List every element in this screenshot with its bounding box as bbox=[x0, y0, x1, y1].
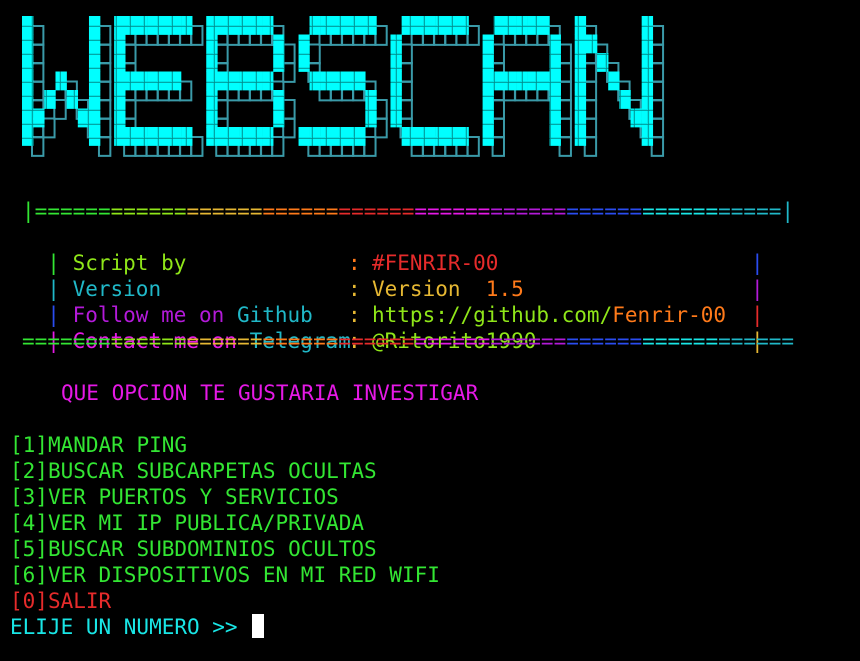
webscan-banner bbox=[22, 16, 665, 157]
info-value-version: Version 1.5 bbox=[372, 277, 524, 301]
text-cursor[interactable] bbox=[252, 614, 265, 638]
menu-item-6[interactable]: [6]VER DISPOSITIVOS EN MI RED WIFI bbox=[10, 562, 440, 588]
info-value-author: #FENRIR-00 bbox=[372, 251, 499, 275]
menu-item-2[interactable]: [2]BUSCAR SUBCARPETAS OCULTAS bbox=[10, 458, 377, 484]
menu-item-exit[interactable]: [0]SALIR bbox=[10, 588, 111, 614]
banner-letters bbox=[22, 16, 654, 146]
question-heading: QUE OPCION TE GUSTARIA INVESTIGAR bbox=[61, 381, 479, 405]
menu-item-5[interactable]: [5]BUSCAR SUBDOMINIOS OCULTOS bbox=[10, 536, 377, 562]
info-row-github: | Follow me on Github: https://github.com… bbox=[47, 303, 764, 327]
menu-item-4[interactable]: [4]VER MI IP PUBLICA/PRIVADA bbox=[10, 510, 364, 536]
menu-item-3[interactable]: [3]VER PUERTOS Y SERVICIOS bbox=[10, 484, 339, 510]
menu-item-1[interactable]: [1]MANDAR PING bbox=[10, 432, 187, 458]
prompt-label: ELIJE UN NUMERO >> bbox=[10, 615, 251, 639]
info-row-telegram: | Contact me on Telegram: @Ritorito1990 | bbox=[47, 329, 764, 353]
info-row-version: | Version: Version 1.5 | bbox=[47, 277, 764, 301]
info-box-bottom-border: ========================================… bbox=[22, 329, 795, 353]
input-prompt[interactable]: ELIJE UN NUMERO >> bbox=[10, 614, 265, 640]
info-row-script-by: | Script by: #FENRIR-00 | bbox=[47, 251, 764, 275]
info-value-github-link[interactable]: https://github.com/Fenrir-00 bbox=[372, 302, 726, 328]
info-box-top-border: |=======================================… bbox=[22, 199, 795, 223]
